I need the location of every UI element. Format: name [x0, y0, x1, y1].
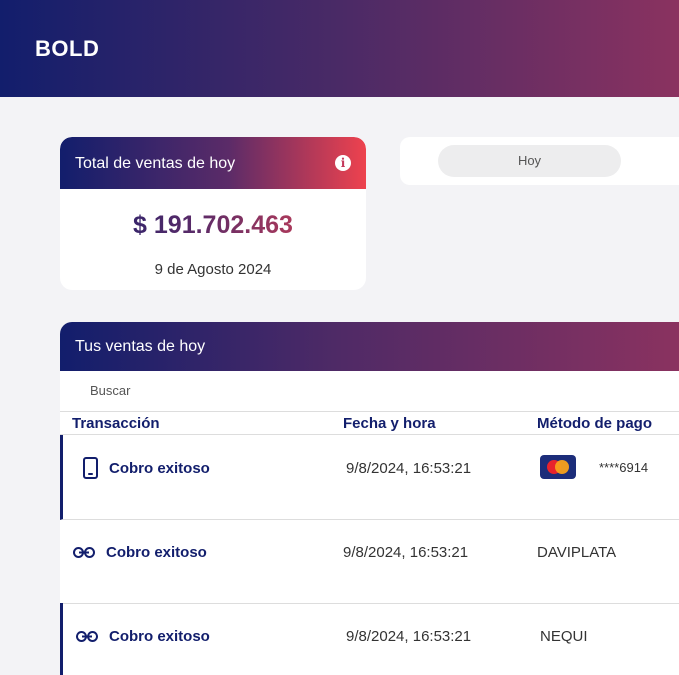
column-transaction: Transacción [72, 415, 160, 432]
table-header: Transacción Fecha y hora Método de pago [60, 411, 679, 435]
table-row[interactable]: Cobro exitoso 9/8/2024, 16:53:21 ****691… [60, 435, 679, 520]
transaction-status[interactable]: Cobro exitoso [109, 460, 210, 477]
filter-today-button[interactable]: Hoy [438, 145, 621, 177]
masked-card-number: ****6914 [599, 460, 649, 475]
summary-title: Total de ventas de hoy [75, 155, 236, 172]
column-payment-method: Método de pago [537, 415, 652, 432]
search-input[interactable]: Buscar [90, 383, 130, 398]
link-icon [76, 631, 98, 642]
table-row[interactable]: Cobro exitoso 9/8/2024, 16:53:21 NEQUI [60, 603, 679, 675]
transaction-status[interactable]: Cobro exitoso [106, 544, 207, 561]
brand-logo[interactable]: BOLD [35, 36, 99, 62]
sales-list-title: Tus ventas de hoy [75, 338, 206, 355]
table-row[interactable]: Cobro exitoso 9/8/2024, 16:53:21 DAVIPLA… [60, 519, 679, 604]
summary-date: 9 de Agosto 2024 [154, 261, 272, 278]
sales-list-header: Tus ventas de hoy [60, 322, 679, 371]
sales-summary-card: Total de ventas de hoy i $ 191.702.463 9… [60, 137, 366, 290]
payment-method: DAVIPLATA [537, 544, 617, 561]
date-filter-panel: Hoy [400, 137, 679, 185]
sales-list-card: Tus ventas de hoy Buscar Transacción Fec… [60, 322, 679, 675]
phone-icon [83, 457, 98, 479]
transaction-status[interactable]: Cobro exitoso [109, 628, 210, 645]
mastercard-icon [540, 455, 576, 479]
transaction-datetime: 9/8/2024, 16:53:21 [346, 628, 472, 645]
info-icon[interactable]: i [335, 155, 351, 171]
transaction-datetime: 9/8/2024, 16:53:21 [346, 460, 472, 477]
payment-method: NEQUI [540, 628, 588, 645]
column-datetime: Fecha y hora [343, 415, 436, 432]
summary-card-header: Total de ventas de hoy i [60, 137, 366, 189]
top-header: BOLD [0, 0, 679, 97]
total-sales-amount: $ 191.702.463 [60, 211, 366, 240]
transaction-datetime: 9/8/2024, 16:53:21 [343, 544, 469, 561]
link-icon [73, 547, 95, 558]
